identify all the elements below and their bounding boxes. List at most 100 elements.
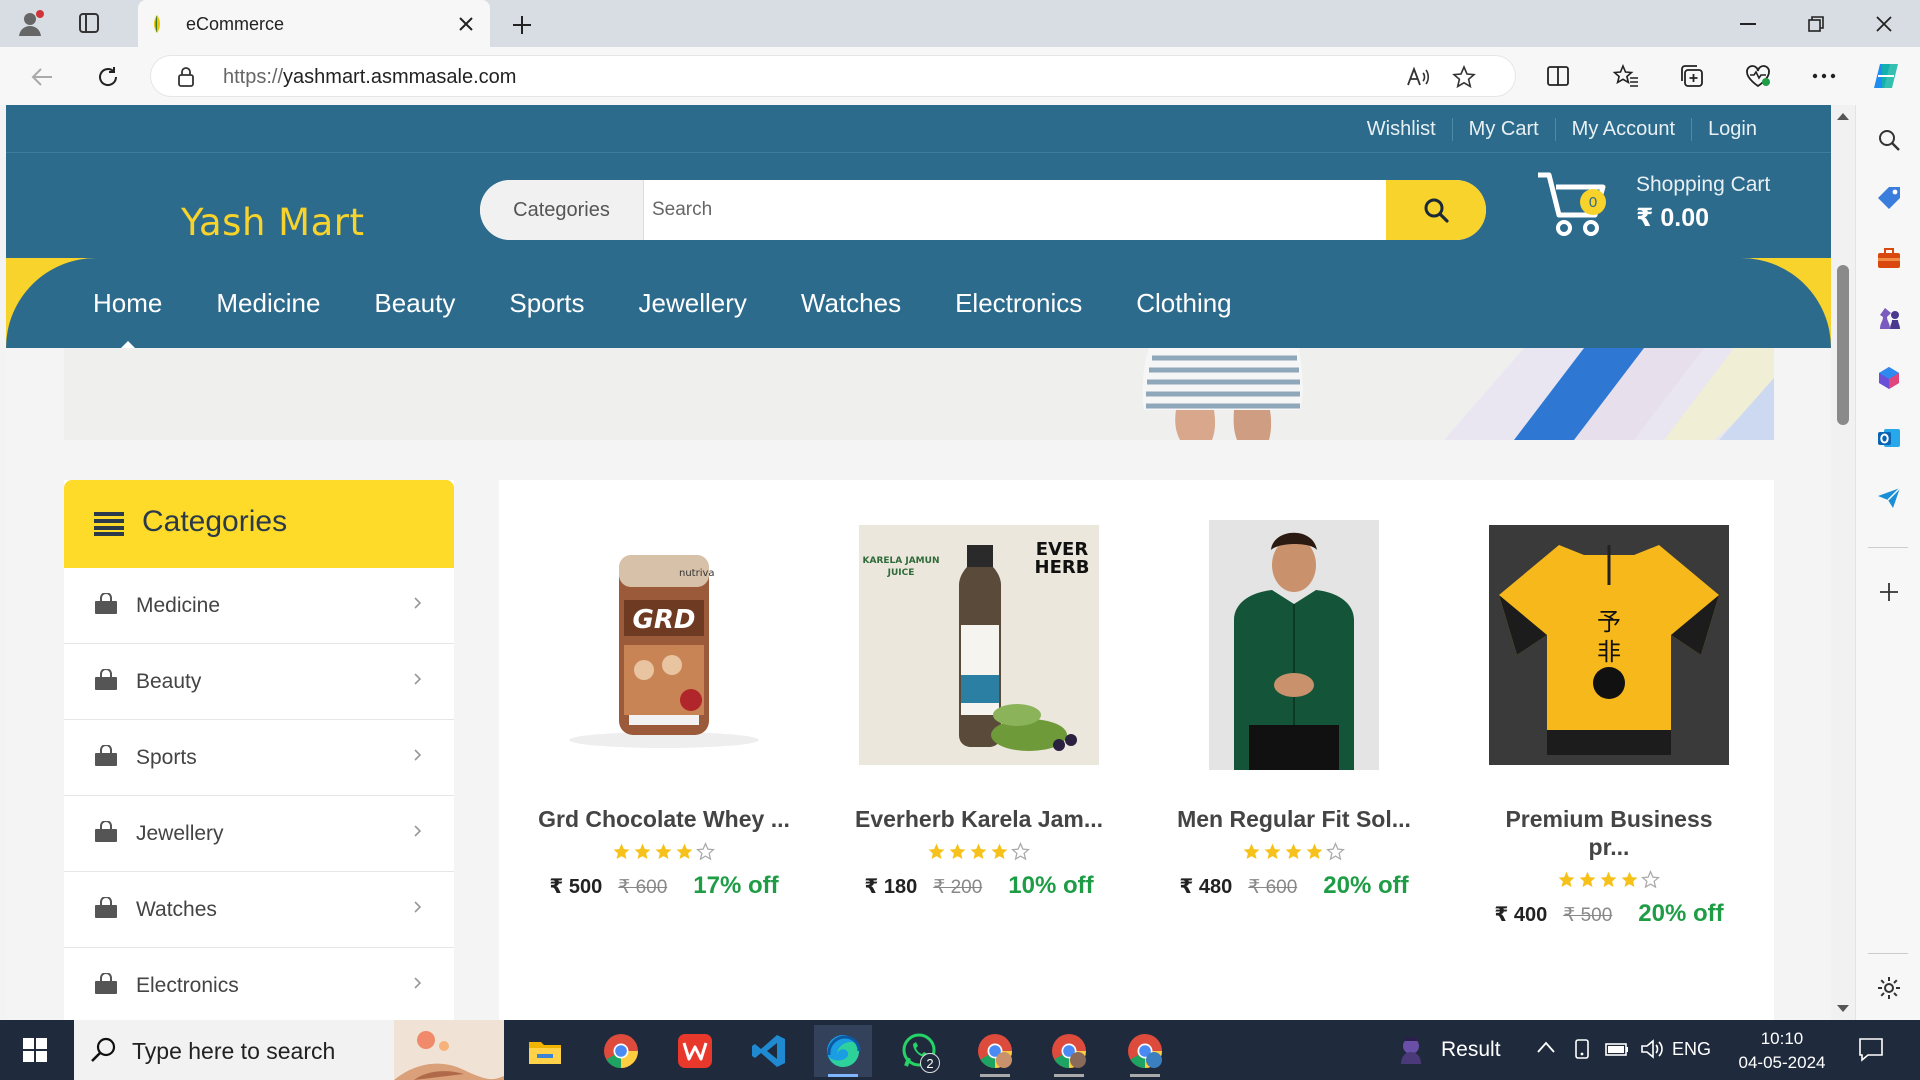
address-bar[interactable]: https://yashmart.asmmasale.com (150, 55, 1516, 97)
outlook-icon[interactable] (1872, 421, 1906, 455)
category-watches[interactable]: Watches (64, 872, 454, 948)
profile-icon[interactable] (14, 6, 48, 40)
refresh-button[interactable] (88, 57, 128, 97)
microsoft-365-icon[interactable] (1872, 361, 1906, 395)
games-icon[interactable] (1872, 301, 1906, 335)
split-screen-icon[interactable] (1540, 58, 1576, 94)
shopping-cart-widget[interactable]: 0 Shopping Cart ₹ 0.00 (1534, 165, 1770, 243)
search-category-select[interactable]: Categories (480, 180, 644, 240)
category-jewellery[interactable]: Jewellery (64, 796, 454, 872)
wishlist-link[interactable]: Wishlist (1351, 118, 1452, 141)
system-clock[interactable]: 10:10 04-05-2024 (1730, 1027, 1834, 1075)
language-indicator[interactable]: ENG (1672, 1039, 1711, 1060)
category-sports[interactable]: Sports (64, 720, 454, 796)
chrome-profile-1-icon[interactable] (966, 1025, 1024, 1077)
taskbar-search-box[interactable]: Type here to search (74, 1020, 504, 1080)
nav-watches[interactable]: Watches (774, 258, 928, 348)
product-name[interactable]: Grd Chocolate Whey ... (509, 805, 819, 833)
site-logo[interactable]: Yash Mart (181, 201, 364, 244)
product-card[interactable]: 予 非 Premium Business pr... ₹ 400 ₹ 500 2… (1454, 520, 1754, 970)
shopping-tag-icon[interactable] (1872, 181, 1906, 215)
product-image[interactable] (1174, 520, 1414, 770)
product-card[interactable]: KARELA JAMUN JUICE EVER HERB Everherb Ka… (824, 520, 1124, 970)
categories-header[interactable]: Categories (64, 480, 454, 568)
product-image[interactable]: KARELA JAMUN JUICE EVER HERB (859, 520, 1099, 770)
whatsapp-icon[interactable]: 2 (890, 1025, 948, 1077)
show-hidden-icons-chevron-icon[interactable] (1536, 1040, 1556, 1054)
device-icon[interactable] (1572, 1038, 1592, 1060)
favorite-star-icon[interactable] (1451, 64, 1477, 90)
search-input[interactable]: Search (652, 180, 712, 240)
collections-icon[interactable] (1674, 58, 1710, 94)
scroll-down-icon[interactable] (1836, 1004, 1850, 1014)
nav-clothing[interactable]: Clothing (1109, 258, 1258, 348)
svg-text:KARELA JAMUN: KARELA JAMUN (863, 556, 940, 566)
edge-icon[interactable] (814, 1025, 872, 1077)
search-button[interactable] (1386, 180, 1486, 240)
back-button[interactable] (22, 57, 62, 97)
volume-icon[interactable] (1640, 1038, 1664, 1060)
tab-actions-icon[interactable] (72, 6, 106, 40)
product-name[interactable]: Premium Business pr... (1454, 805, 1764, 861)
product-name[interactable]: Everherb Karela Jam... (824, 805, 1134, 833)
product-discount: 20% off (1323, 872, 1409, 899)
result-widget[interactable]: Result (1395, 1032, 1501, 1068)
category-electronics[interactable]: Electronics (64, 948, 454, 1020)
notifications-icon[interactable] (1858, 1036, 1884, 1062)
chrome-profile-2-icon[interactable] (1040, 1025, 1098, 1077)
star-filled-icon (970, 843, 986, 860)
banner-image (64, 348, 1774, 440)
close-window-button[interactable] (1854, 0, 1914, 47)
nav-electronics[interactable]: Electronics (928, 258, 1109, 348)
scrollbar-thumb[interactable] (1837, 265, 1849, 425)
login-link[interactable]: Login (1691, 117, 1773, 141)
new-tab-button[interactable] (505, 8, 539, 42)
add-sidebar-app-icon[interactable] (1872, 575, 1906, 609)
chrome-profile-3-icon[interactable] (1116, 1025, 1174, 1077)
category-medicine[interactable]: Medicine (64, 568, 454, 644)
wps-office-icon[interactable] (666, 1025, 724, 1077)
nav-home[interactable]: Home (66, 258, 189, 348)
nav-medicine[interactable]: Medicine (189, 258, 347, 348)
windows-logo-icon (23, 1038, 47, 1062)
browser-essentials-icon[interactable] (1740, 58, 1776, 94)
product-card[interactable]: Men Regular Fit Sol... ₹ 480 ₹ 600 20% o… (1139, 520, 1439, 970)
scroll-up-icon[interactable] (1836, 111, 1850, 121)
vscode-icon[interactable] (740, 1025, 798, 1077)
nav-jewellery[interactable]: Jewellery (612, 258, 774, 348)
category-label: Jewellery (136, 822, 224, 845)
favorites-icon[interactable] (1608, 58, 1644, 94)
product-name[interactable]: Men Regular Fit Sol... (1139, 805, 1449, 833)
star-filled-icon (1243, 843, 1259, 860)
nav-sports[interactable]: Sports (482, 258, 611, 348)
sidebar-search-icon[interactable] (1872, 123, 1906, 157)
chrome-icon[interactable] (592, 1025, 650, 1077)
more-options-icon[interactable] (1806, 58, 1842, 94)
product-image[interactable]: 予 非 (1489, 520, 1729, 770)
close-tab-icon[interactable] (452, 10, 480, 38)
file-explorer-icon[interactable] (516, 1025, 574, 1077)
start-button[interactable] (10, 1030, 60, 1070)
hero-banner[interactable] (64, 348, 1774, 440)
product-image[interactable]: GRD nutriva (544, 520, 784, 770)
read-aloud-icon[interactable] (1405, 64, 1431, 90)
copilot-icon[interactable] (1868, 58, 1904, 94)
my-account-link[interactable]: My Account (1554, 117, 1691, 141)
star-empty-icon (1640, 870, 1660, 889)
tab-ecommerce[interactable]: eCommerce (138, 0, 490, 47)
restore-button[interactable] (1786, 0, 1846, 47)
minimize-button[interactable] (1718, 0, 1778, 47)
main-nav-wrapper: Home Medicine Beauty Sports Jewellery Wa… (6, 258, 1831, 348)
sidebar-settings-icon[interactable] (1872, 971, 1906, 1005)
product-card[interactable]: GRD nutriva Grd Chocolate Whey ... ₹ 500… (509, 520, 809, 970)
tools-icon[interactable] (1872, 241, 1906, 275)
sidebar-divider (1868, 953, 1908, 954)
my-cart-link[interactable]: My Cart (1451, 117, 1555, 141)
open-app-indicator (1054, 1074, 1084, 1077)
network-icon[interactable] (1604, 1038, 1630, 1060)
category-beauty[interactable]: Beauty (64, 644, 454, 720)
nav-beauty[interactable]: Beauty (347, 258, 482, 348)
send-icon[interactable] (1872, 481, 1906, 515)
page-scrollbar[interactable] (1831, 105, 1855, 1020)
lock-icon[interactable] (177, 67, 195, 87)
